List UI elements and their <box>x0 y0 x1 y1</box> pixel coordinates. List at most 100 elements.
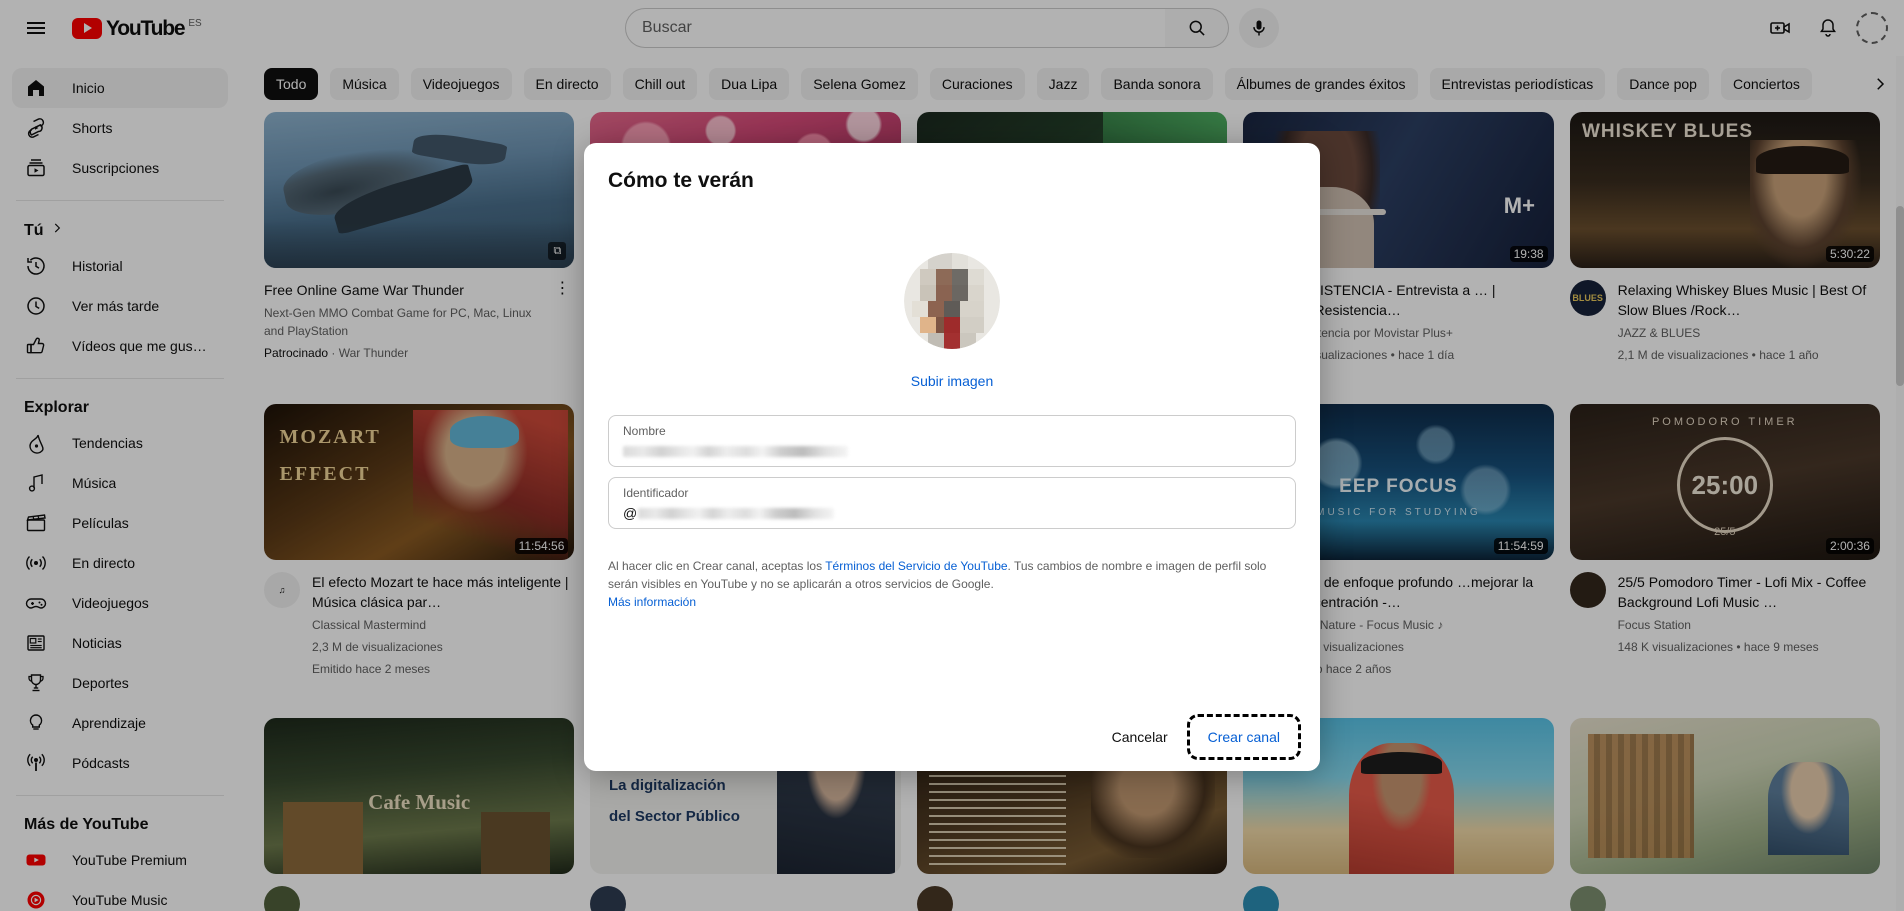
dialog-legal-text: Al hacer clic en Crear canal, aceptas lo… <box>608 557 1296 611</box>
video-card[interactable]: POMODORO TIMER 25:00 25/5 2:00:36 25/5 P… <box>1569 404 1880 678</box>
sidebar-item-noticias[interactable]: Noticias <box>12 623 228 663</box>
scrollbar-thumb[interactable] <box>1896 206 1904 386</box>
chip-jazz[interactable]: Jazz <box>1036 68 1090 100</box>
upload-image-link[interactable]: Subir imagen <box>911 373 994 389</box>
name-field[interactable]: Nombre <box>608 415 1296 467</box>
chip-dance-pop[interactable]: Dance pop <box>1617 68 1709 100</box>
sidebar-item-youtube-music[interactable]: YouTube Music <box>12 880 228 911</box>
video-thumbnail[interactable]: WHISKEY BLUES 5:30:22 <box>1569 112 1880 268</box>
page-scrollbar[interactable] <box>1896 56 1904 911</box>
ad-external-link-icon[interactable]: ⧉ <box>548 242 567 260</box>
sidebar-item-videojuegos[interactable]: Videojuegos <box>12 583 228 623</box>
guide-sidebar: Inicio Shorts Suscripciones Tú Historial… <box>0 56 240 911</box>
handle-field-label: Identificador <box>623 486 689 500</box>
video-title[interactable]: El efecto Mozart te hace más inteligente… <box>312 572 574 612</box>
video-card[interactable]: Cafe Music <box>264 718 575 911</box>
video-more-options-icon[interactable]: ⋮ <box>550 280 574 362</box>
chip-videojuegos[interactable]: Videojuegos <box>410 68 512 100</box>
chip-albumes-de-grandes-exitos[interactable]: Álbumes de grandes éxitos <box>1224 68 1418 100</box>
video-text-block: …ca de enfoque profundo …mejorar la conc… <box>1291 572 1553 678</box>
video-thumbnail[interactable] <box>1569 718 1880 874</box>
video-age: …tido hace 2 años <box>1291 662 1392 676</box>
sidebar-item-suscripciones[interactable]: Suscripciones <box>12 148 228 188</box>
music-note-icon <box>24 471 48 495</box>
sidebar-item-shorts[interactable]: Shorts <box>12 108 228 148</box>
video-channel[interactable]: …eo Nature - Focus Music ♪ <box>1291 616 1553 634</box>
sidebar-item-tendencias[interactable]: Tendencias <box>12 423 228 463</box>
youtube-logo[interactable]: YouTube ES <box>72 17 202 39</box>
sidebar-item-inicio[interactable]: Inicio <box>12 68 228 108</box>
handle-field[interactable]: Identificador @ <box>608 477 1296 529</box>
video-channel[interactable]: Focus Station <box>1618 616 1880 634</box>
video-channel[interactable]: Classical Mastermind <box>312 616 574 634</box>
chip-dua-lipa[interactable]: Dua Lipa <box>709 68 790 100</box>
sidebar-item-label: YouTube Premium <box>72 852 187 868</box>
video-card[interactable]: MOZART EFFECT 11:54:56 ♫ El efecto Mozar… <box>264 404 575 678</box>
channel-avatar[interactable] <box>1569 572 1606 608</box>
sidebar-item-musica[interactable]: Música <box>12 463 228 503</box>
guide-menu-icon[interactable] <box>16 8 56 48</box>
create-channel-button[interactable]: Crear canal <box>1186 714 1302 760</box>
video-text-block: El efecto Mozart te hace más inteligente… <box>312 572 574 678</box>
video-card[interactable]: ⧉ Free Online Game War Thunder Next-Gen … <box>264 112 575 364</box>
search-input[interactable] <box>642 19 1149 37</box>
sidebar-item-aprendizaje[interactable]: Aprendizaje <box>12 703 228 743</box>
sidebar-item-deportes[interactable]: Deportes <box>12 663 228 703</box>
sidebar-section-title: Tú <box>24 221 44 239</box>
avatar[interactable] <box>1856 12 1888 44</box>
sidebar-item-peliculas[interactable]: Películas <box>12 503 228 543</box>
name-field-value[interactable] <box>623 441 1281 461</box>
video-title[interactable]: 25/5 Pomodoro Timer - Lofi Mix - Coffee … <box>1618 572 1880 612</box>
video-age: Emitido hace 2 meses <box>312 662 431 676</box>
sidebar-item-en-directo[interactable]: En directo <box>12 543 228 583</box>
search-box[interactable] <box>625 8 1165 48</box>
chip-todo[interactable]: Todo <box>264 68 319 100</box>
sidebar-item-videos-que-me-gustan[interactable]: Vídeos que me gus… <box>12 326 228 366</box>
video-meta <box>590 886 900 911</box>
channel-avatar[interactable]: BLUES <box>1569 280 1606 316</box>
chip-chill-out[interactable]: Chill out <box>622 68 698 100</box>
video-thumbnail[interactable]: ⧉ <box>264 112 575 268</box>
notifications-button[interactable] <box>1808 8 1848 48</box>
video-title[interactable]: Free Online Game War Thunder <box>264 280 538 300</box>
cancel-button[interactable]: Cancelar <box>1096 719 1184 755</box>
chip-entrevistas-periodisticas[interactable]: Entrevistas periodísticas <box>1429 68 1606 100</box>
sidebar-item-youtube-premium[interactable]: YouTube Premium <box>12 840 228 880</box>
voice-search-button[interactable] <box>1239 8 1279 48</box>
video-channel[interactable]: …sistencia por Movistar Plus+ <box>1291 324 1553 342</box>
handle-field-value[interactable]: @ <box>623 503 1281 523</box>
more-info-link[interactable]: Más información <box>608 595 696 609</box>
sidebar-divider <box>16 200 224 201</box>
channel-avatar[interactable] <box>916 886 953 911</box>
video-title[interactable]: Relaxing Whiskey Blues Music | Best Of S… <box>1618 280 1880 320</box>
video-title[interactable]: RESISTENCIA - Entrevista a … | #LaResist… <box>1291 280 1553 320</box>
channel-avatar[interactable] <box>590 886 627 911</box>
chip-musica[interactable]: Música <box>330 68 399 100</box>
video-thumbnail[interactable]: MOZART EFFECT 11:54:56 <box>264 404 575 560</box>
sidebar-item-podcasts[interactable]: Pódcasts <box>12 743 228 783</box>
video-thumbnail[interactable]: Cafe Music <box>264 718 575 874</box>
channel-avatar[interactable] <box>1569 886 1606 911</box>
search-submit-button[interactable] <box>1165 8 1229 48</box>
video-card[interactable]: WHISKEY BLUES 5:30:22 BLUES Relaxing Whi… <box>1569 112 1880 364</box>
video-channel[interactable]: JAZZ & BLUES <box>1618 324 1880 342</box>
sidebar-item-label: Noticias <box>72 635 122 651</box>
terms-of-service-link[interactable]: Términos del Servicio de YouTube <box>825 559 1007 573</box>
avatar-preview[interactable] <box>904 253 1000 349</box>
video-card[interactable] <box>1569 718 1880 911</box>
chips-next-button[interactable] <box>1864 68 1896 100</box>
channel-avatar[interactable]: ♫ <box>264 572 300 608</box>
sidebar-item-ver-mas-tarde[interactable]: Ver más tarde <box>12 286 228 326</box>
chip-conciertos[interactable]: Conciertos <box>1720 68 1812 100</box>
chip-banda-sonora[interactable]: Banda sonora <box>1101 68 1213 100</box>
chip-curaciones[interactable]: Curaciones <box>929 68 1025 100</box>
sidebar-section-you[interactable]: Tú <box>0 213 240 246</box>
chip-en-directo[interactable]: En directo <box>523 68 611 100</box>
channel-avatar[interactable] <box>264 886 300 911</box>
chip-selena-gomez[interactable]: Selena Gomez <box>801 68 918 100</box>
channel-avatar[interactable] <box>1243 886 1280 911</box>
video-thumbnail[interactable]: POMODORO TIMER 25:00 25/5 2:00:36 <box>1569 404 1880 560</box>
video-title[interactable]: …ca de enfoque profundo …mejorar la conc… <box>1291 572 1553 612</box>
sidebar-item-historial[interactable]: Historial <box>12 246 228 286</box>
create-video-button[interactable] <box>1760 8 1800 48</box>
